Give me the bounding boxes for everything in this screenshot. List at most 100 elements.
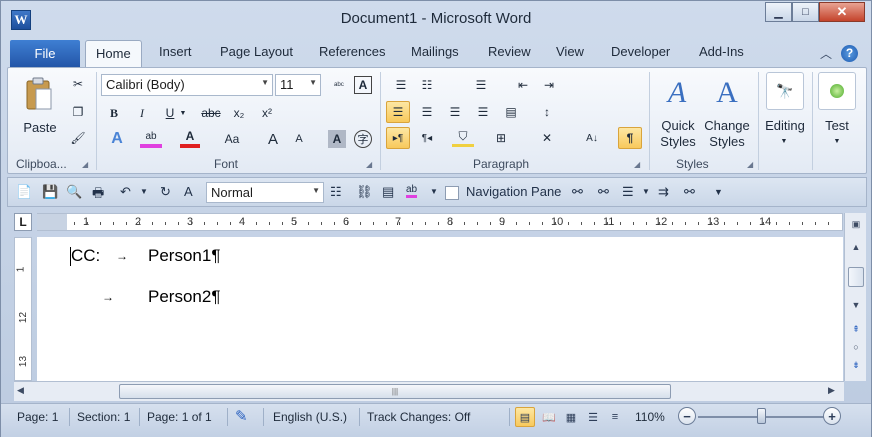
zoom-slider-thumb[interactable] (757, 408, 766, 424)
status-track-changes[interactable]: Track Changes: Off (367, 410, 470, 424)
chevron-down-icon[interactable]: ▼ (778, 136, 790, 146)
highlight-icon[interactable]: ab (406, 184, 418, 198)
clear-formatting-icon[interactable]: A (354, 76, 372, 94)
grow-font-button[interactable]: A (264, 130, 282, 148)
editing-icon[interactable]: 🔭 (766, 72, 804, 110)
change-case-button[interactable]: Aa (220, 130, 244, 148)
maximize-button[interactable]: □ (792, 2, 819, 22)
chevron-down-icon[interactable]: ▼ (140, 187, 148, 196)
line-spacing-icon[interactable]: ↕ (538, 103, 556, 121)
tab-page-layout[interactable]: Page Layout (220, 44, 293, 59)
org-chart-icon[interactable]: ⚯ (598, 184, 609, 200)
tab-add-ins[interactable]: Add-Ins (699, 44, 744, 59)
tab-developer[interactable]: Developer (611, 44, 670, 59)
tab-mailings[interactable]: Mailings (411, 44, 459, 59)
horizontal-scrollbar[interactable]: ◀ ||| ▶ (14, 381, 844, 401)
superscript-button[interactable]: x² (258, 104, 276, 122)
chevron-down-icon[interactable]: ▼ (430, 187, 438, 196)
tab-view[interactable]: View (556, 44, 584, 59)
clipboard-launcher-icon[interactable]: ◢ (82, 160, 88, 169)
ltr-text-direction-button[interactable]: ▸¶ (386, 127, 410, 149)
chevron-down-icon[interactable]: ▼ (642, 187, 650, 196)
document-icon[interactable]: ▤ (382, 184, 394, 200)
align-right-icon[interactable]: ☰ (446, 103, 464, 121)
font-name-combo[interactable]: Calibri (Body) ▼ (101, 74, 273, 96)
list-icon[interactable]: ☰ (622, 184, 634, 200)
styles-launcher-icon[interactable]: ◢ (747, 160, 753, 169)
styles-pane-icon[interactable]: A (184, 184, 193, 199)
numbering-icon[interactable]: ☷ (418, 76, 436, 94)
shading-icon[interactable]: ⛉ (452, 129, 474, 147)
customize-toolbar-icon[interactable]: ▼ (714, 187, 723, 197)
italic-button[interactable]: I (134, 104, 150, 122)
format-icon[interactable]: ☷ (330, 184, 342, 200)
link-icon[interactable]: ⛓ (356, 184, 373, 200)
zoom-out-icon[interactable]: − (678, 407, 696, 425)
character-shading-icon[interactable]: A (328, 130, 346, 148)
align-left-button[interactable]: ☰ (386, 101, 410, 123)
format-painter-icon[interactable]: 🖌 (70, 130, 86, 146)
minimize-ribbon-icon[interactable]: ︿ (820, 45, 832, 62)
chevron-down-icon[interactable]: ▼ (178, 106, 188, 120)
web-layout-icon[interactable]: ▦ (561, 407, 581, 427)
horizontal-ruler[interactable]: 1234567891011121314 (37, 213, 843, 231)
tab-insert[interactable]: Insert (159, 44, 192, 59)
change-styles-button[interactable]: Change Styles (704, 118, 750, 150)
scroll-up-icon[interactable]: ▲ (847, 239, 865, 255)
next-page-icon[interactable]: ⇟ (847, 357, 865, 373)
print-preview-icon[interactable]: 🔍 (66, 184, 82, 200)
navigation-pane-checkbox[interactable] (445, 186, 459, 200)
enclose-characters-icon[interactable]: 字 (354, 130, 372, 148)
minimize-button[interactable]: ▁ (765, 2, 792, 22)
tab-file[interactable]: File (10, 40, 80, 67)
new-document-icon[interactable]: 📄 (16, 184, 32, 200)
shrink-font-button[interactable]: A (290, 130, 308, 148)
editing-button[interactable]: Editing (760, 118, 810, 134)
test-button[interactable]: Test (814, 118, 860, 134)
scroll-right-icon[interactable]: ▶ (828, 385, 835, 396)
close-button[interactable]: ✕ (819, 2, 865, 22)
org-chart-icon[interactable]: ⚯ (684, 184, 695, 200)
underline-button[interactable]: U (162, 104, 178, 122)
font-color-icon[interactable]: A (180, 128, 200, 148)
proofing-icon[interactable]: ✎ (235, 407, 248, 425)
status-page[interactable]: Page: 1 (17, 410, 58, 424)
text-effects-icon[interactable]: A (108, 130, 126, 148)
zoom-in-icon[interactable]: + (823, 407, 841, 425)
undo-icon[interactable]: ↶ (120, 184, 131, 200)
tab-review[interactable]: Review (488, 44, 531, 59)
vertical-scrollbar[interactable]: ▣ ▲ ▼ ⇞ ○ ⇟ (844, 213, 866, 381)
quick-styles-icon[interactable]: A (660, 76, 694, 110)
print-icon[interactable]: 🖶 (92, 184, 104, 206)
tab-references[interactable]: References (319, 44, 385, 59)
subscript-button[interactable]: x₂ (230, 104, 248, 122)
multilevel-list-icon[interactable]: ☰ (472, 76, 490, 94)
draft-view-icon[interactable]: ≡ (605, 407, 625, 427)
previous-page-icon[interactable]: ⇞ (847, 321, 865, 337)
sort-icon[interactable]: A↓ (583, 129, 601, 147)
justify-icon[interactable]: ☰ (474, 103, 492, 121)
bold-button[interactable]: B (106, 104, 122, 122)
connector-icon[interactable]: ⇉ (658, 184, 669, 200)
decrease-indent-icon[interactable]: ⇤ (514, 76, 532, 94)
tab-home[interactable]: Home (85, 40, 142, 68)
select-browse-object-icon[interactable]: ○ (847, 339, 865, 355)
rtl-text-direction-icon[interactable]: ¶◂ (418, 129, 436, 147)
copy-icon[interactable]: ❐ (70, 104, 86, 120)
quick-styles-button[interactable]: Quick Styles (656, 118, 700, 150)
asian-layout-icon[interactable]: ✕ (538, 129, 556, 147)
font-launcher-icon[interactable]: ◢ (366, 160, 372, 169)
scroll-left-icon[interactable]: ◀ (17, 385, 24, 396)
status-language[interactable]: English (U.S.) (273, 410, 347, 424)
outline-view-icon[interactable]: ☰ (583, 407, 603, 427)
chevron-down-icon[interactable]: ▼ (831, 136, 843, 146)
scroll-thumb[interactable] (848, 267, 864, 287)
paragraph-launcher-icon[interactable]: ◢ (634, 160, 640, 169)
scroll-down-icon[interactable]: ▼ (847, 297, 865, 313)
tab-selector-button[interactable]: L (14, 213, 32, 231)
full-screen-reading-icon[interactable]: 📖 (539, 407, 559, 427)
abc-format-icon[interactable]: ᵃᵇᶜ (330, 76, 348, 94)
status-page-of[interactable]: Page: 1 of 1 (147, 410, 212, 424)
status-section[interactable]: Section: 1 (77, 410, 130, 424)
print-layout-view-icon[interactable]: ▤ (515, 407, 535, 427)
